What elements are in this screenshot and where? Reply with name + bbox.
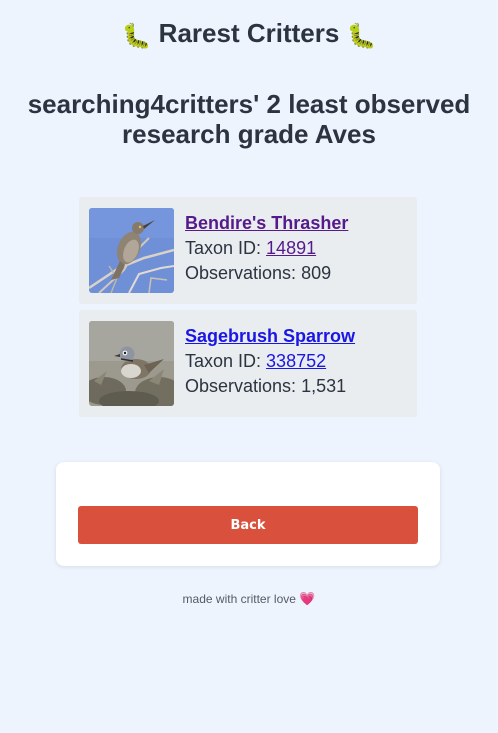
caterpillar-icon: 🐛 (121, 23, 152, 50)
result-card: Bendire's Thrasher Taxon ID: 14891 Obser… (79, 197, 417, 304)
bird-photo (89, 208, 174, 293)
app-title: 🐛 Rarest Critters 🐛 (0, 14, 498, 56)
result-card: Sagebrush Sparrow Taxon ID: 338752 Obser… (79, 310, 417, 417)
app-title-text: Rarest Critters (158, 18, 340, 48)
taxon-id-link[interactable]: 338752 (266, 351, 326, 371)
result-info: Bendire's Thrasher Taxon ID: 14891 Obser… (185, 211, 348, 286)
back-button[interactable]: Back (78, 506, 418, 544)
heart-icon: 💗 (299, 591, 316, 606)
bird-photo (89, 321, 174, 406)
observations-count: 1,531 (301, 376, 347, 396)
observations-row: Observations: 1,531 (185, 376, 347, 396)
footer-text: made with critter love (182, 592, 300, 606)
observations-row: Observations: 809 (185, 263, 332, 283)
results-heading-line-1: searching4critters' 2 least observed (27, 89, 471, 119)
result-info: Sagebrush Sparrow Taxon ID: 338752 Obser… (185, 324, 355, 399)
action-panel: Back (56, 462, 440, 566)
species-link[interactable]: Sagebrush Sparrow (185, 326, 355, 346)
observations-count: 809 (301, 263, 332, 283)
caterpillar-icon: 🐛 (346, 23, 377, 50)
results-heading-line-2: research grade Aves (122, 119, 376, 149)
results-heading: searching4critters' 2 least observed res… (0, 89, 498, 149)
footer: made with critter love 💗 (0, 590, 498, 608)
taxon-id-row: Taxon ID: 338752 (185, 351, 327, 371)
taxon-id-row: Taxon ID: 14891 (185, 238, 317, 258)
taxon-id-link[interactable]: 14891 (266, 238, 316, 258)
species-link[interactable]: Bendire's Thrasher (185, 213, 348, 233)
